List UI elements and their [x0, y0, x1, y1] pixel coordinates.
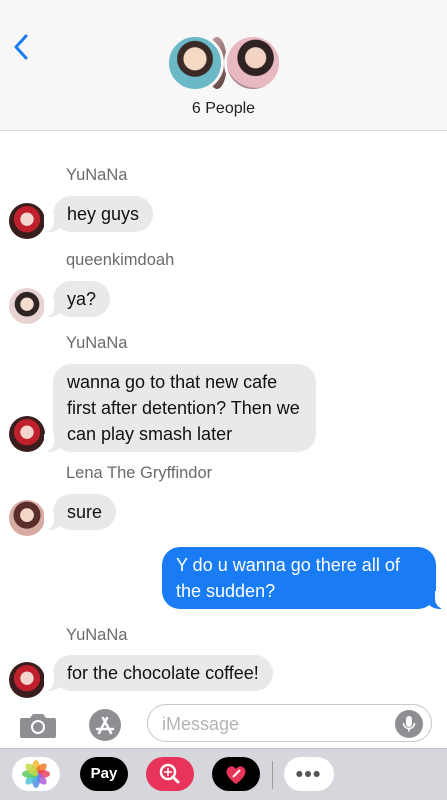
message-bubble-incoming[interactable]: hey guys [43, 196, 154, 232]
photos-icon[interactable] [12, 757, 60, 791]
heart-sticker-icon[interactable] [212, 757, 260, 791]
group-avatar [224, 34, 282, 92]
message-text: for the chocolate coffee! [67, 663, 259, 683]
group-avatar [166, 34, 224, 92]
message-bubble-incoming[interactable]: wanna go to that new cafe first after de… [44, 364, 316, 452]
message-bubble-incoming[interactable]: ya? [43, 281, 111, 317]
sender-name: queenkimdoah [66, 251, 175, 269]
avatar [9, 662, 45, 698]
apple-pay-icon[interactable]: Pay [80, 757, 128, 791]
message-bubble-incoming[interactable]: for the chocolate coffee! [44, 655, 273, 691]
message-text: wanna go to that new cafe first after de… [67, 372, 300, 444]
conversation-header: 6 People [0, 0, 447, 131]
sender-name: YuNaNa [66, 334, 128, 352]
group-member-count[interactable]: 6 People [0, 100, 447, 118]
avatar [9, 416, 45, 452]
message-input-field[interactable] [147, 704, 432, 742]
message-bubble-outgoing[interactable]: Y do u wanna go there all of the sudden? [162, 547, 445, 609]
sender-name: YuNaNa [66, 626, 128, 644]
app-store-icon[interactable] [85, 708, 125, 742]
avatar [9, 203, 45, 239]
message-bubble-incoming[interactable]: sure [43, 494, 117, 530]
avatar [9, 288, 45, 324]
app-drawer: Pay [0, 748, 447, 800]
avatar [9, 500, 45, 536]
group-avatars[interactable] [166, 34, 282, 92]
image-search-icon[interactable] [146, 757, 194, 791]
sender-name: YuNaNa [66, 166, 128, 184]
message-text: hey guys [67, 204, 140, 224]
sender-name: Lena The Gryffindor [66, 464, 213, 482]
message-text: ya? [67, 289, 97, 309]
message-input[interactable] [162, 713, 382, 735]
microphone-icon[interactable] [395, 710, 423, 738]
more-icon[interactable] [284, 757, 334, 791]
message-text: Y do u wanna go there all of the sudden? [176, 555, 400, 601]
compose-bar [0, 700, 447, 748]
drawer-separator [272, 761, 273, 789]
message-text: sure [67, 502, 103, 522]
back-chevron-icon[interactable] [12, 34, 32, 60]
camera-icon[interactable] [18, 710, 58, 740]
apple-pay-label: Pay [90, 765, 118, 782]
